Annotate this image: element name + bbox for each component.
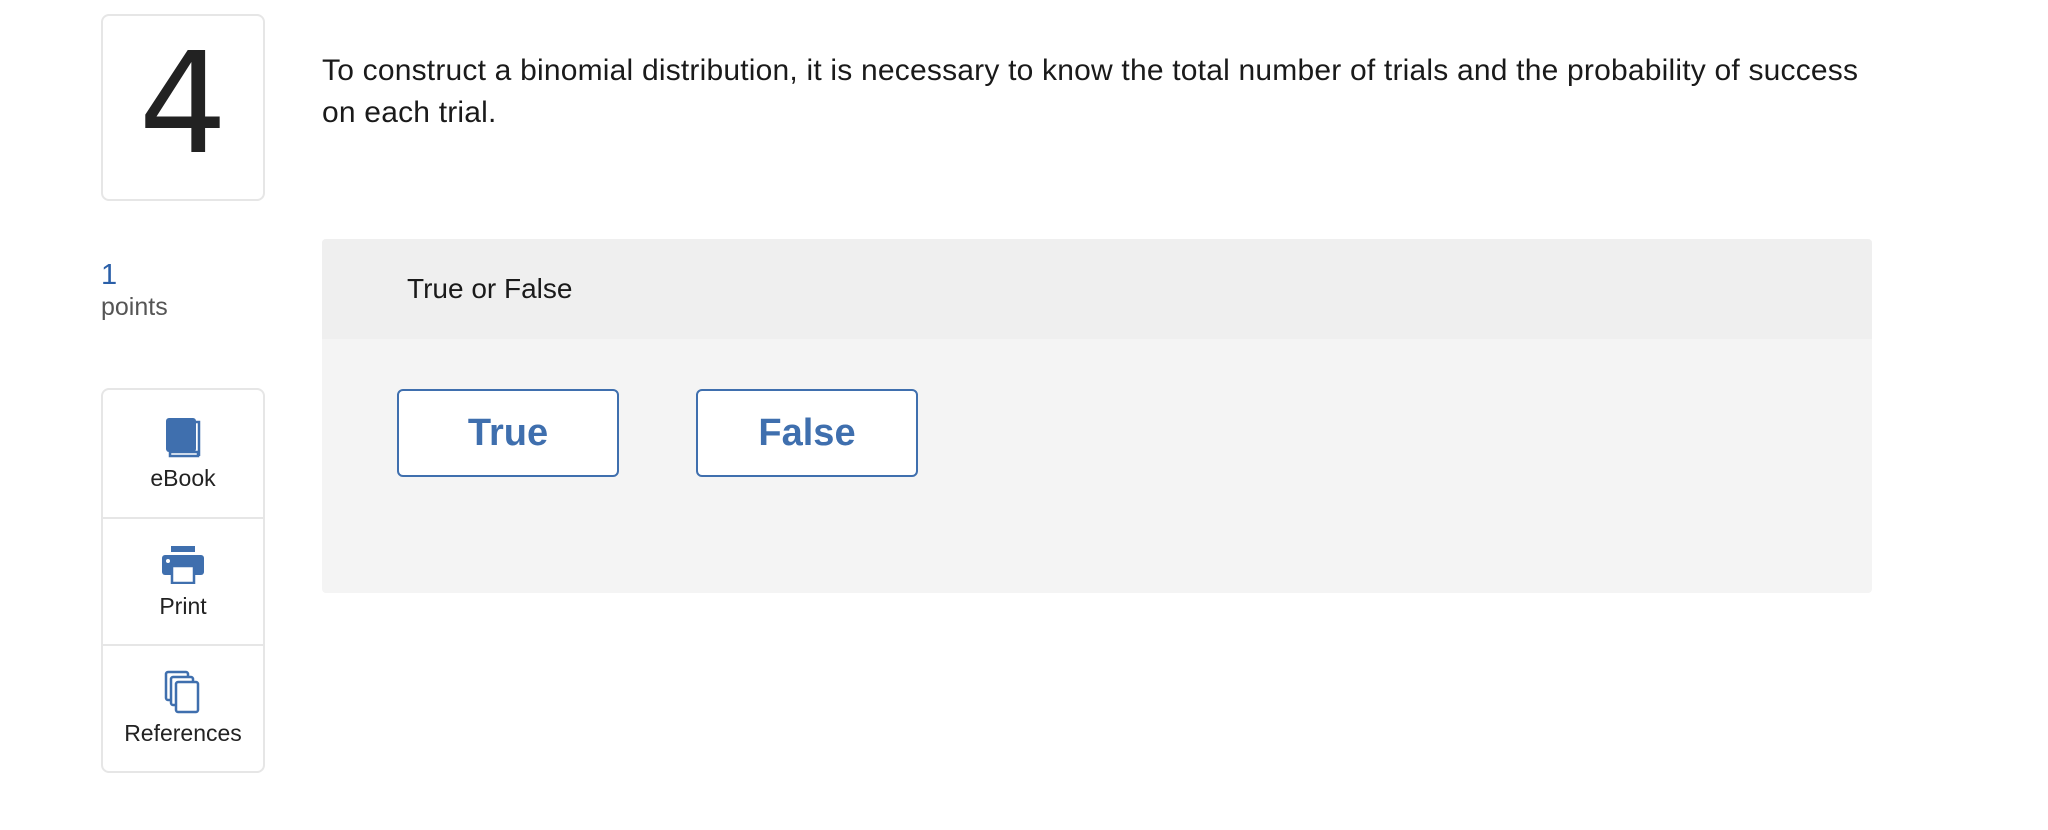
book-icon [161,415,205,459]
answer-options: True False [397,389,918,477]
tools-panel: eBook Print References [101,388,265,773]
answer-type-label: True or False [322,239,1872,339]
true-button[interactable]: True [397,389,619,477]
print-button[interactable]: Print [103,517,263,644]
question-number-box: 4 [101,14,265,201]
references-button[interactable]: References [103,644,263,771]
printer-icon [161,543,205,587]
points-label: points [101,293,168,321]
question-prompt: To construct a binomial distribution, it… [322,54,1859,129]
points-info: 1 points [101,258,168,322]
ebook-label: eBook [150,465,216,491]
references-label: References [124,720,242,746]
false-button[interactable]: False [696,389,918,477]
ebook-button[interactable]: eBook [103,390,263,517]
copy-documents-icon [161,670,205,714]
answer-panel: True or False True False [322,239,1872,593]
question-number: 4 [138,22,228,186]
points-value: 1 [101,259,118,291]
print-label: Print [159,593,207,619]
